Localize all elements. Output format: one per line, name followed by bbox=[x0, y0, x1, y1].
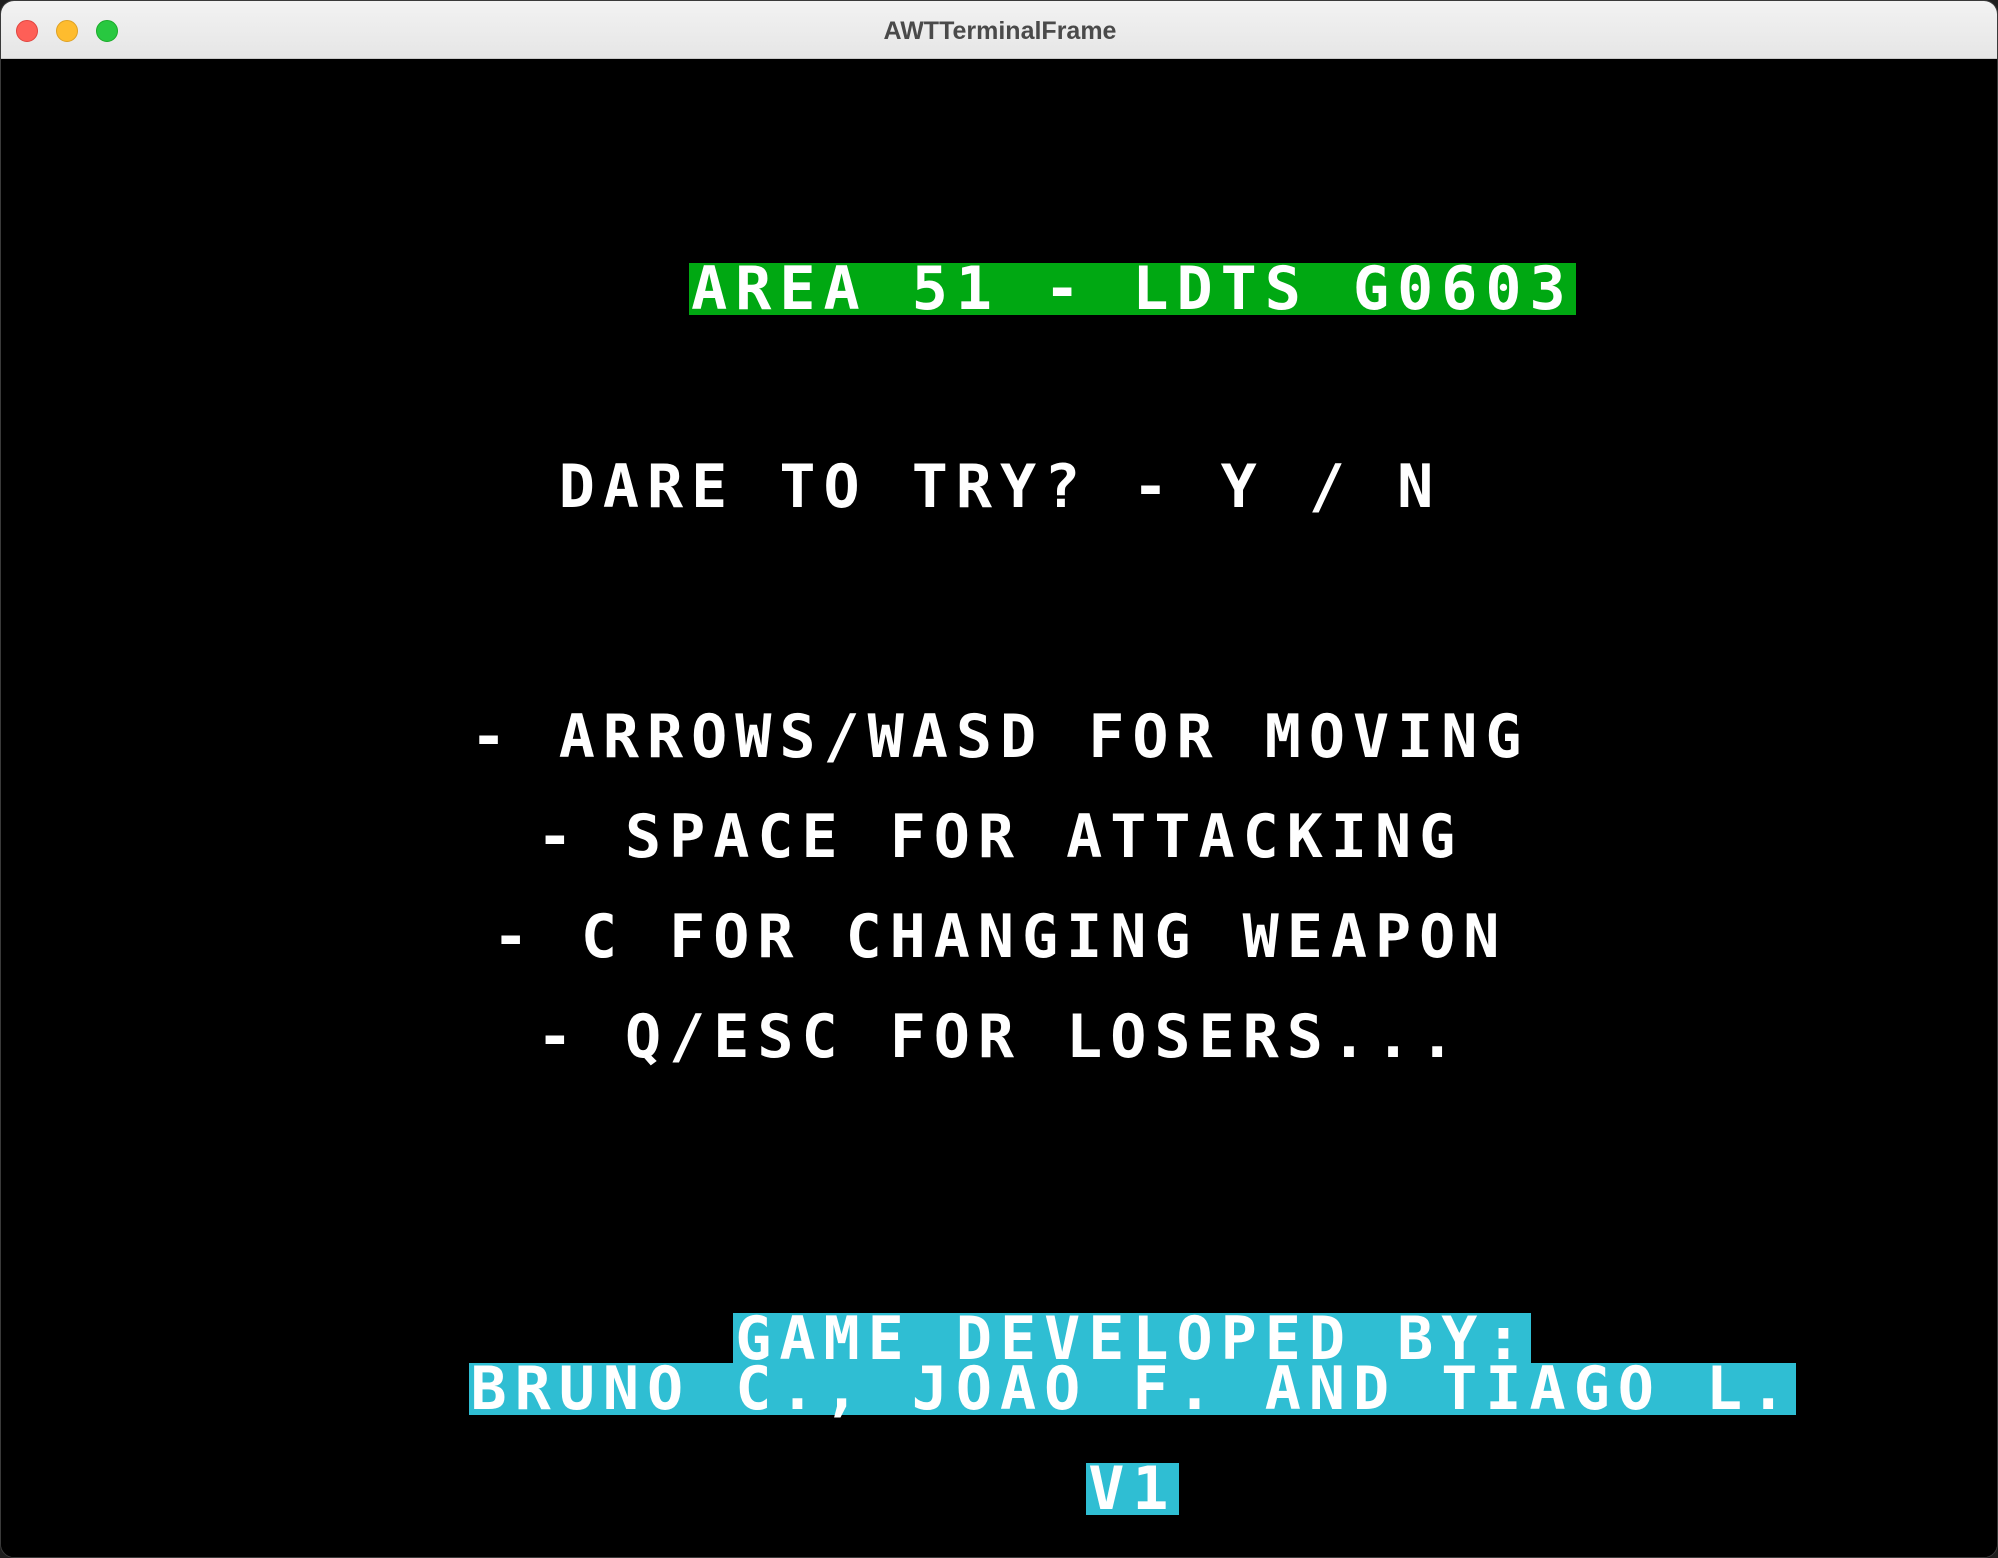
instruction-weapon: - C FOR CHANGING WEAPON bbox=[492, 902, 1508, 972]
title-bar[interactable]: AWTTerminalFrame bbox=[1, 1, 1997, 59]
instruction-attacking: - SPACE FOR ATTACKING bbox=[536, 802, 1464, 872]
credits-names: BRUNO C., JOAO F. AND TIAGO L. bbox=[468, 1354, 1797, 1424]
instruction-quit: - Q/ESC FOR LOSERS... bbox=[536, 1002, 1464, 1072]
version-badge: V1 bbox=[1086, 1454, 1179, 1524]
heading-line: AREA 51 - LDTS G0603 bbox=[1, 211, 1997, 367]
instruction-moving: - ARROWS/WASD FOR MOVING bbox=[470, 702, 1530, 772]
version-line: V1 bbox=[1, 1411, 1997, 1557]
play-prompt: DARE TO TRY? - Y / N bbox=[558, 452, 1442, 522]
terminal-screen[interactable]: AREA 51 - LDTS G0603 DARE TO TRY? - Y / … bbox=[1, 59, 1997, 1557]
terminal-window: AWTTerminalFrame AREA 51 - LDTS G0603 DA… bbox=[0, 0, 1998, 1558]
game-heading: AREA 51 - LDTS G0603 bbox=[689, 254, 1576, 324]
window-title: AWTTerminalFrame bbox=[883, 17, 1117, 45]
